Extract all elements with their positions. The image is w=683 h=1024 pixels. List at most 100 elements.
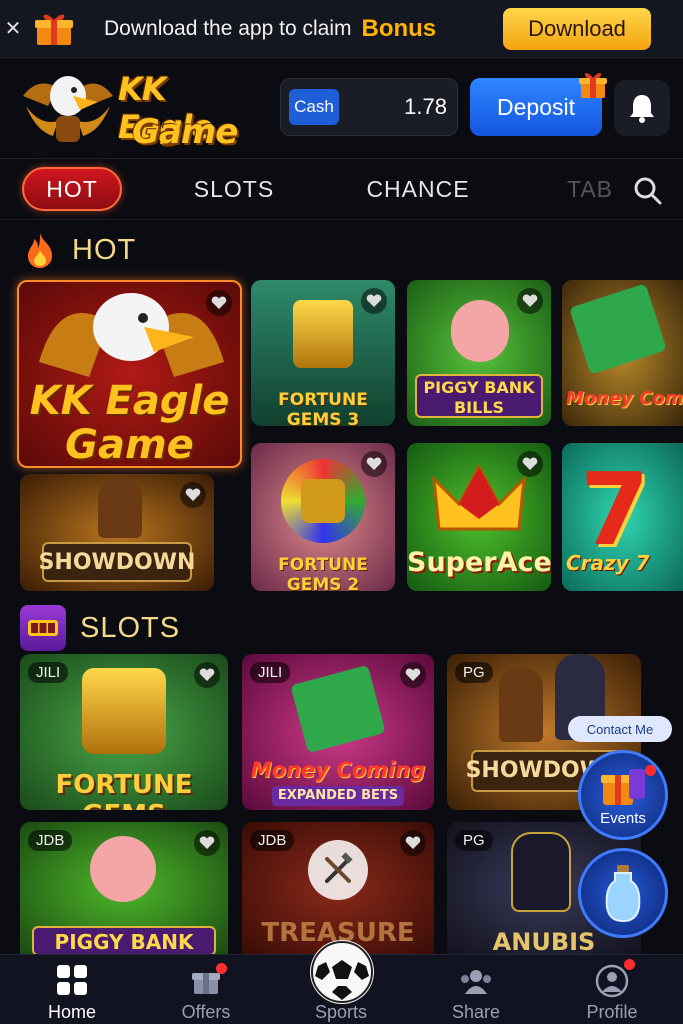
profile-notification-dot xyxy=(624,959,635,970)
game-title-line2: Game xyxy=(65,422,194,468)
pig-icon xyxy=(451,300,509,362)
favorite-heart-icon[interactable] xyxy=(517,451,543,477)
hot-section-heading: HOT xyxy=(20,230,136,270)
game-title: Money Coming xyxy=(250,758,426,782)
maintenance-tools-icon xyxy=(308,840,368,900)
game-title: FORTUNE GEMS xyxy=(55,770,193,810)
favorite-heart-icon[interactable] xyxy=(194,830,220,856)
potion-bottle-icon xyxy=(605,865,641,923)
fire-icon xyxy=(28,233,52,268)
gift-icon xyxy=(34,11,74,47)
game-title: KK Eagle xyxy=(29,378,230,424)
tab-chance[interactable]: CHANCE xyxy=(356,167,480,211)
game-card-piggy-bank-bills[interactable]: PIGGY BANK BILLS xyxy=(407,280,551,426)
game-title: PIGGY BANK xyxy=(423,378,535,397)
promo-message: Download the app to claim xyxy=(104,16,352,40)
notifications-button[interactable] xyxy=(614,80,670,136)
offers-notification-dot xyxy=(216,963,227,974)
game-card-money-coming-expanded[interactable]: Money Coming EXPANDED BETS JILI xyxy=(242,654,434,810)
provider-badge: PG xyxy=(455,662,493,683)
game-card-fortune-gems[interactable]: FORTUNE GEMS JILI xyxy=(20,654,228,810)
nav-share-label: Share xyxy=(451,1002,501,1022)
category-tabs: HOT SLOTS CHANCE TAB xyxy=(0,158,683,220)
provider-badge: PG xyxy=(455,830,493,851)
deposit-label: Deposit xyxy=(497,93,575,120)
balance-amount: 1.78 xyxy=(404,94,447,119)
promo-banner: ✕ Download the app to claim Bonus Downlo… xyxy=(0,0,683,58)
nav-sports-label: Sports xyxy=(314,1002,368,1022)
provider-badge: JDB xyxy=(28,830,73,851)
events-button[interactable]: Events xyxy=(578,750,668,840)
cowboy-icon xyxy=(499,668,543,742)
cash-stack-icon xyxy=(290,664,386,754)
slots-section-title: SLOTS xyxy=(80,611,181,644)
favorite-heart-icon[interactable] xyxy=(194,662,220,688)
game-card-money-coming[interactable]: Money Coming xyxy=(562,280,683,426)
tab-hot[interactable]: HOT xyxy=(22,167,122,211)
favorite-heart-icon[interactable] xyxy=(361,288,387,314)
game-subtitle: EXPANDED BETS xyxy=(277,788,399,803)
cash-stack-icon xyxy=(569,283,667,375)
profile-icon xyxy=(595,964,629,998)
home-grid-icon xyxy=(57,965,87,995)
golden-idol-icon xyxy=(301,479,345,523)
favorite-heart-icon[interactable] xyxy=(180,482,206,508)
events-notification-dot xyxy=(645,765,656,776)
favorite-heart-icon[interactable] xyxy=(361,451,387,477)
nav-profile-label: Profile xyxy=(586,1002,638,1022)
wallet-balance[interactable]: Cash 1.78 xyxy=(280,78,458,136)
app-header: KK Eagle Game Cash 1.78 Deposit xyxy=(0,58,683,158)
promo-bonus-text: Bonus xyxy=(361,14,437,42)
provider-badge: JILI xyxy=(250,662,291,683)
provider-badge: JILI xyxy=(28,662,69,683)
game-card-showdown[interactable]: SHOWDOWN xyxy=(20,474,214,591)
logo-line2: Game xyxy=(132,112,238,152)
crown-icon xyxy=(432,463,526,531)
game-card-kk-eagle[interactable]: KK Eagle Game xyxy=(17,280,242,468)
app-logo[interactable]: KK Eagle Game xyxy=(18,66,268,154)
nav-profile[interactable]: Profile xyxy=(562,955,662,1024)
favorite-heart-icon[interactable] xyxy=(517,288,543,314)
tab-table[interactable]: TAB xyxy=(560,167,620,211)
nav-home-label: Home xyxy=(47,1002,96,1022)
favorite-heart-icon[interactable] xyxy=(206,290,232,316)
game-title-line2: BILLS xyxy=(453,398,505,417)
contact-me-button[interactable]: Contact Me xyxy=(568,716,672,742)
favorite-heart-icon[interactable] xyxy=(400,662,426,688)
nav-share[interactable]: Share xyxy=(426,955,526,1024)
events-label: Events xyxy=(600,810,646,827)
tab-slots[interactable]: SLOTS xyxy=(180,167,288,211)
game-title: FORTUNE GEMS 3 xyxy=(278,390,368,426)
soccer-ball-icon[interactable] xyxy=(310,940,374,1004)
download-button[interactable]: Download xyxy=(503,8,651,50)
cash-tag: Cash xyxy=(289,89,339,125)
bonus-potion-button[interactable] xyxy=(578,848,668,938)
deposit-gift-icon xyxy=(578,70,608,100)
cowboy-icon xyxy=(98,478,142,538)
bell-icon xyxy=(630,95,654,123)
hot-section-title: HOT xyxy=(72,233,137,266)
game-card-treasure[interactable]: TREASURE JDB xyxy=(242,822,434,954)
game-title: SHOWDOWN xyxy=(38,550,196,575)
close-icon[interactable]: ✕ xyxy=(2,16,24,41)
game-card-fortune-gems-2[interactable]: FORTUNE GEMS 2 xyxy=(251,443,395,591)
search-button[interactable] xyxy=(628,171,668,211)
slot-machine-icon xyxy=(20,605,66,651)
game-card-superace[interactable]: SuperAce xyxy=(407,443,551,591)
game-title: SuperAce xyxy=(407,547,551,578)
provider-badge: JDB xyxy=(250,830,295,851)
game-card-piggy-bank[interactable]: PIGGY BANK JDB xyxy=(20,822,228,954)
nav-home[interactable]: Home xyxy=(22,955,122,1024)
game-title: Crazy 7 xyxy=(566,551,650,575)
game-card-fortune-gems-3[interactable]: FORTUNE GEMS 3 xyxy=(251,280,395,426)
game-title: FORTUNE GEMS 2 xyxy=(278,555,368,591)
nav-offers[interactable]: Offers xyxy=(156,955,256,1024)
golden-idol-icon xyxy=(82,668,166,754)
game-card-crazy-7[interactable]: 7 Crazy 7 xyxy=(562,443,683,591)
events-gift-icon xyxy=(601,769,645,805)
golden-idol-icon xyxy=(293,300,353,368)
search-icon xyxy=(634,177,662,205)
favorite-heart-icon[interactable] xyxy=(400,830,426,856)
pig-icon xyxy=(90,836,156,902)
game-title: Money Coming xyxy=(566,388,683,409)
